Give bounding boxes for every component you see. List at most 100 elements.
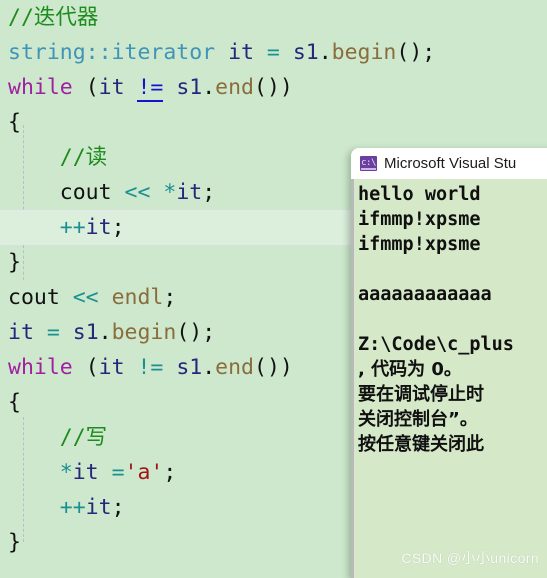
console-line: 关闭控制台”。 [358, 409, 478, 430]
paren-open: ( [85, 75, 99, 100]
paren-close: ) [266, 75, 280, 100]
brace-close: } [8, 250, 21, 275]
method-token: end [215, 75, 255, 100]
method-token: begin [111, 320, 177, 345]
brace-open: { [8, 110, 21, 135]
paren-close: ) [279, 75, 293, 100]
console-line: ifmmp!xpsme [358, 209, 481, 230]
paren-close: ) [279, 355, 293, 380]
dot-token: . [202, 355, 216, 380]
code-line-3[interactable]: while (it != s1.end()) [0, 70, 547, 105]
paren-close: ) [266, 355, 280, 380]
comment-token: //迭代器 [8, 5, 99, 30]
identifier-token: it [85, 215, 112, 240]
method-token: end [215, 355, 255, 380]
type-token: string::iterator [8, 40, 216, 65]
console-line: Z:\Code\c_plus [358, 334, 514, 355]
semicolon: ; [202, 180, 216, 205]
brace-close: } [8, 530, 21, 555]
paren-open: ( [254, 355, 267, 380]
keyword-token: while [8, 355, 73, 380]
console-output-area[interactable]: hello world ifmmp!xpsme ifmmp!xpsme aaaa… [351, 179, 547, 578]
assign-operator: = [111, 460, 125, 485]
dot-token: . [318, 40, 332, 65]
not-equal-operator: != [137, 355, 164, 380]
semicolon: ; [111, 215, 125, 240]
identifier-token: it [98, 355, 125, 380]
assign-operator: = [46, 320, 60, 345]
paren-close: ) [189, 320, 203, 345]
cout-token: cout [59, 180, 112, 205]
code-line-4[interactable]: { [0, 105, 547, 140]
shift-left-operator: << [72, 285, 99, 310]
console-line: ifmmp!xpsme [358, 234, 481, 255]
comment-token: //读 [59, 145, 108, 170]
paren-open: ( [396, 40, 410, 65]
console-window-title: Microsoft Visual Stu [384, 155, 517, 172]
paren-close: ) [409, 40, 423, 65]
console-icon-bar [361, 168, 376, 170]
semicolon: ; [163, 460, 177, 485]
console-window[interactable]: c:\ Microsoft Visual Stu hello world ifm… [351, 148, 547, 578]
char-literal-token: 'a' [124, 460, 164, 485]
semicolon: ; [422, 40, 436, 65]
code-line-1[interactable]: //迭代器 [0, 0, 547, 35]
semicolon: ; [163, 285, 177, 310]
console-icon-glyph: c:\ [361, 158, 376, 168]
identifier-token: s1 [72, 320, 99, 345]
method-token: begin [331, 40, 397, 65]
comment-token: //写 [59, 425, 108, 450]
dot-token: . [98, 320, 112, 345]
identifier-token: it [8, 320, 34, 345]
identifier-token: it [176, 180, 203, 205]
paren-open: ( [176, 320, 190, 345]
not-equal-operator-highlighted: != [137, 75, 164, 102]
endl-token: endl [111, 285, 164, 310]
console-line: aaaaaaaaaaaa [358, 284, 492, 305]
dot-token: . [202, 75, 216, 100]
deref-operator: * [59, 460, 73, 485]
console-line: 按任意键关闭此 [358, 434, 484, 455]
semicolon: ; [202, 320, 216, 345]
shift-left-operator: << [124, 180, 151, 205]
console-line: hello world [358, 184, 481, 205]
increment-operator: ++ [59, 495, 86, 520]
identifier-token: s1 [176, 75, 203, 100]
brace-open: { [8, 390, 21, 415]
increment-operator: ++ [59, 215, 86, 240]
keyword-token: while [8, 75, 73, 100]
console-window-icon: c:\ [360, 156, 377, 171]
identifier-token: it [72, 460, 99, 485]
code-line-2[interactable]: string::iterator it = s1.begin(); [0, 35, 547, 70]
console-line: 要在调试停止时 [358, 384, 484, 405]
identifier-token: it [98, 75, 125, 100]
paren-open: ( [254, 75, 267, 100]
assign-operator: = [266, 40, 280, 65]
deref-operator: * [163, 180, 177, 205]
console-titlebar[interactable]: c:\ Microsoft Visual Stu [351, 148, 547, 179]
semicolon: ; [111, 495, 125, 520]
cout-token: cout [8, 285, 60, 310]
